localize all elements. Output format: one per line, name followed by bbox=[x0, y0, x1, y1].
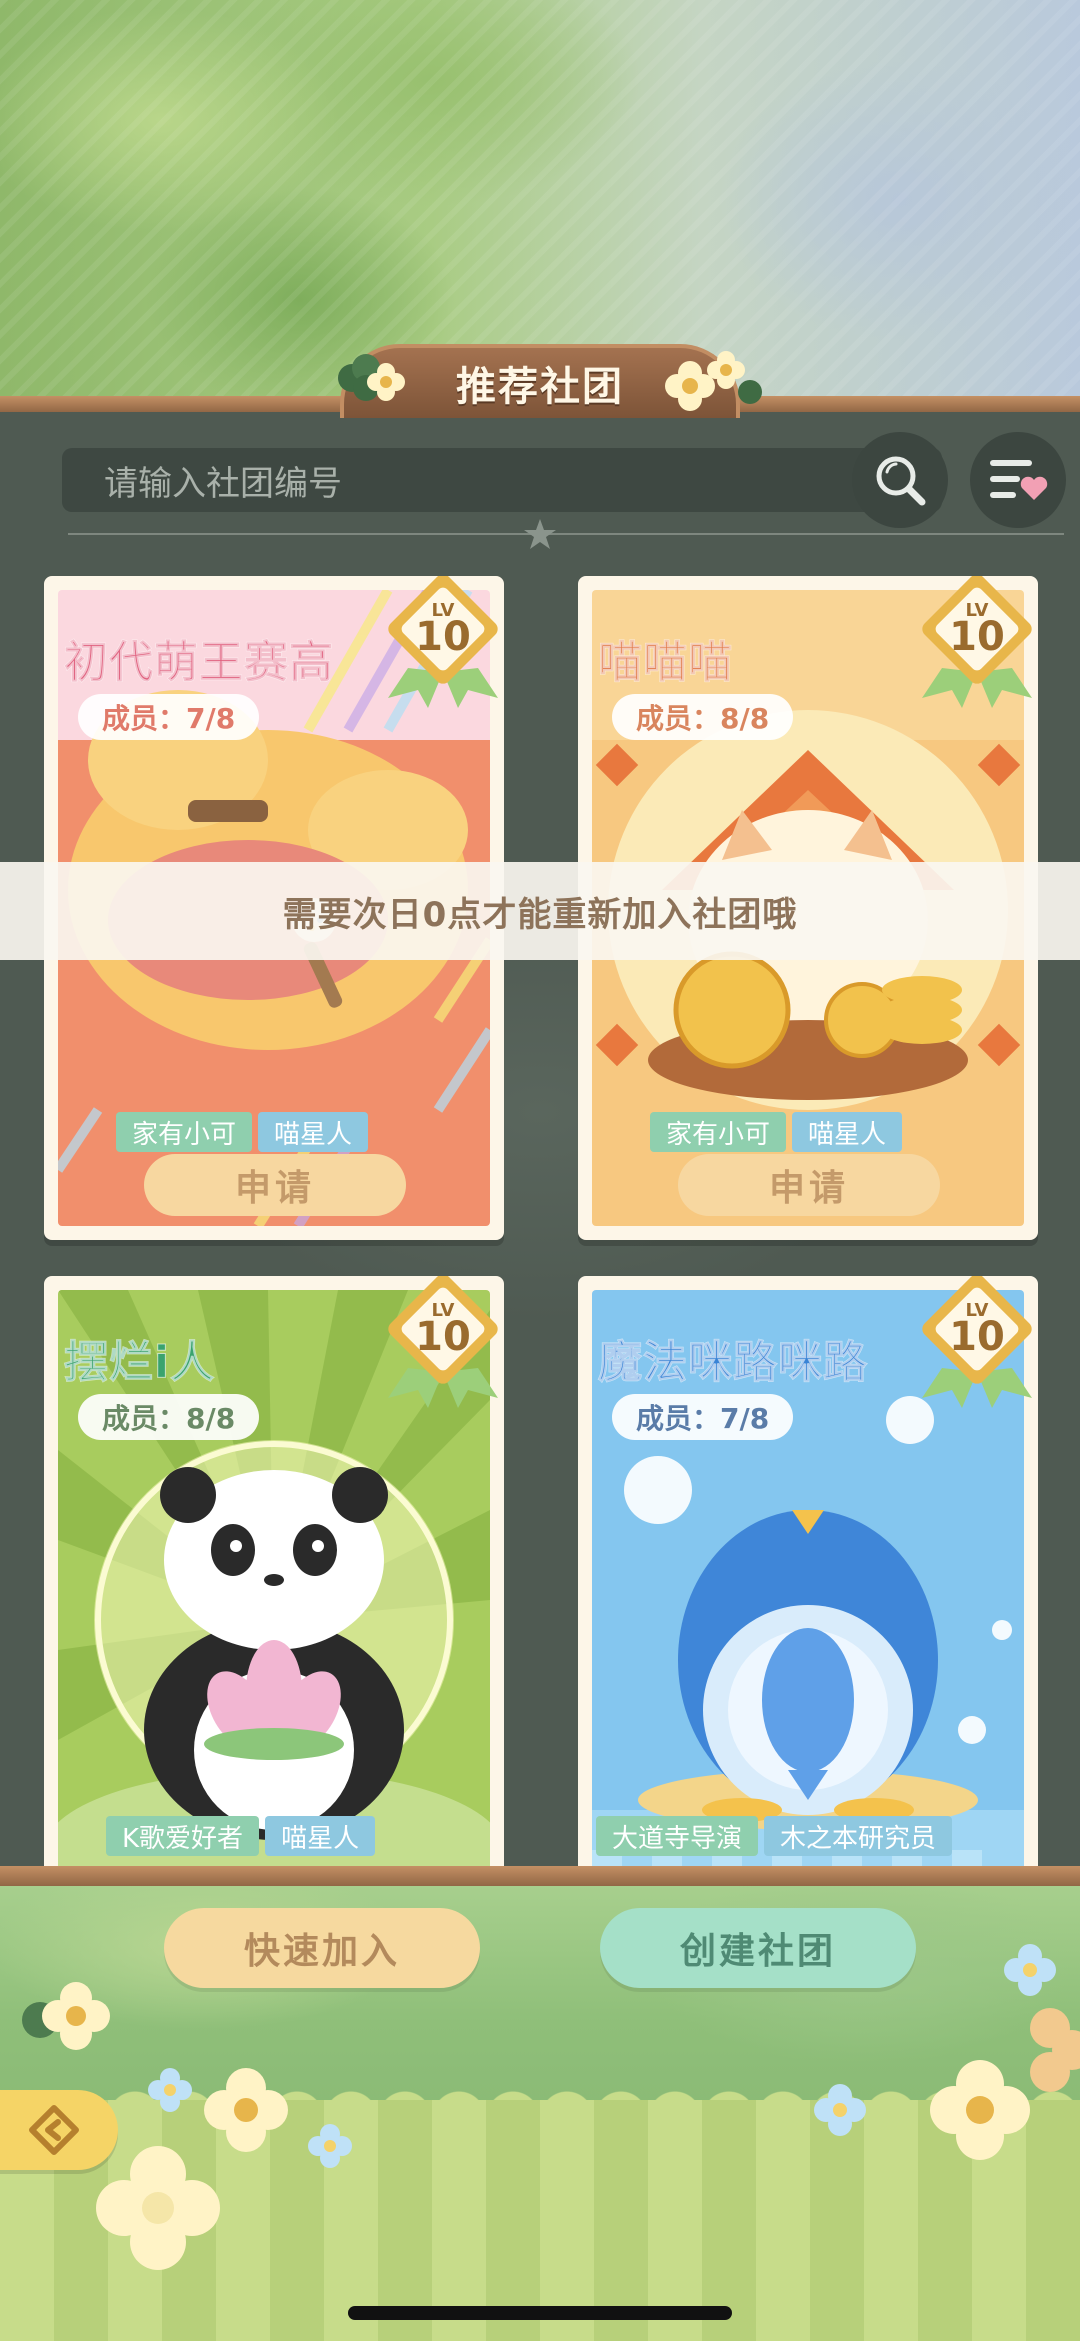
member-count: 成员：8/8 bbox=[78, 1394, 260, 1440]
magnifier-icon bbox=[876, 456, 926, 506]
create-club-button[interactable]: 创建社团 bbox=[600, 1908, 916, 1988]
search-placeholder: 请输入社团编号 bbox=[104, 463, 342, 504]
member-count: 成员：8/8 bbox=[612, 694, 794, 740]
club-name: 魔法咪路咪路 bbox=[598, 1337, 868, 1389]
member-count: 成员：7/8 bbox=[78, 694, 260, 740]
board-frame-bottom bbox=[0, 1866, 1080, 1888]
home-indicator[interactable] bbox=[348, 2306, 732, 2320]
filter-heart-icon bbox=[990, 460, 1048, 500]
club-name: 摆烂i人 bbox=[63, 1337, 216, 1389]
section-divider bbox=[68, 533, 1064, 535]
flower-icon bbox=[930, 1944, 1080, 2160]
club-tag: 大道寺导演 bbox=[596, 1816, 759, 1856]
level-value: 10 bbox=[415, 1314, 471, 1360]
member-count: 成员：7/8 bbox=[612, 1394, 794, 1440]
club-tag: K歌爱好者 bbox=[106, 1816, 260, 1856]
club-card[interactable]: 魔法咪路咪路 成员：7/8 大道寺导演 木之本研究员 LV 10 bbox=[578, 1276, 1038, 1876]
flower-icon bbox=[814, 2084, 866, 2136]
filter-button[interactable] bbox=[970, 432, 1066, 528]
apply-button[interactable]: 申请 bbox=[678, 1154, 940, 1216]
level-badge: LV 10 bbox=[388, 1276, 498, 1408]
club-name: 喵喵喵 bbox=[598, 637, 733, 689]
star-icon bbox=[524, 519, 556, 549]
toast-message: 需要次日0点才能重新加入社团哦 bbox=[0, 862, 1080, 960]
quick-join-button[interactable]: 快速加入 bbox=[164, 1908, 480, 1988]
level-badge: LV 10 bbox=[388, 576, 498, 708]
level-badge: LV 10 bbox=[922, 576, 1032, 708]
club-id-search-input[interactable]: 请输入社团编号 bbox=[62, 448, 942, 512]
club-tag: 喵星人 bbox=[792, 1112, 903, 1152]
club-name: 初代萌王赛高 bbox=[64, 637, 334, 689]
flower-icon bbox=[22, 1982, 110, 2050]
back-arrow-icon bbox=[29, 2105, 79, 2155]
club-tag: 家有小可 bbox=[116, 1112, 253, 1152]
level-value: 10 bbox=[415, 614, 471, 660]
club-tag: 喵星人 bbox=[258, 1112, 369, 1152]
daisy-flower-icon bbox=[665, 351, 762, 411]
level-badge: LV 10 bbox=[922, 1276, 1032, 1408]
club-tag: 喵星人 bbox=[265, 1816, 376, 1856]
clover-flower-icon bbox=[338, 354, 405, 401]
level-value: 10 bbox=[949, 614, 1005, 660]
back-button[interactable] bbox=[0, 2090, 118, 2170]
apply-button[interactable]: 申请 bbox=[144, 1154, 406, 1216]
search-button[interactable] bbox=[852, 432, 948, 528]
club-tag: 家有小可 bbox=[650, 1112, 787, 1152]
level-value: 10 bbox=[949, 1314, 1005, 1360]
club-tag: 木之本研究员 bbox=[764, 1816, 953, 1856]
club-card[interactable]: 摆烂i人 成员：8/8 K歌爱好者 喵星人 LV 10 bbox=[44, 1276, 504, 1876]
